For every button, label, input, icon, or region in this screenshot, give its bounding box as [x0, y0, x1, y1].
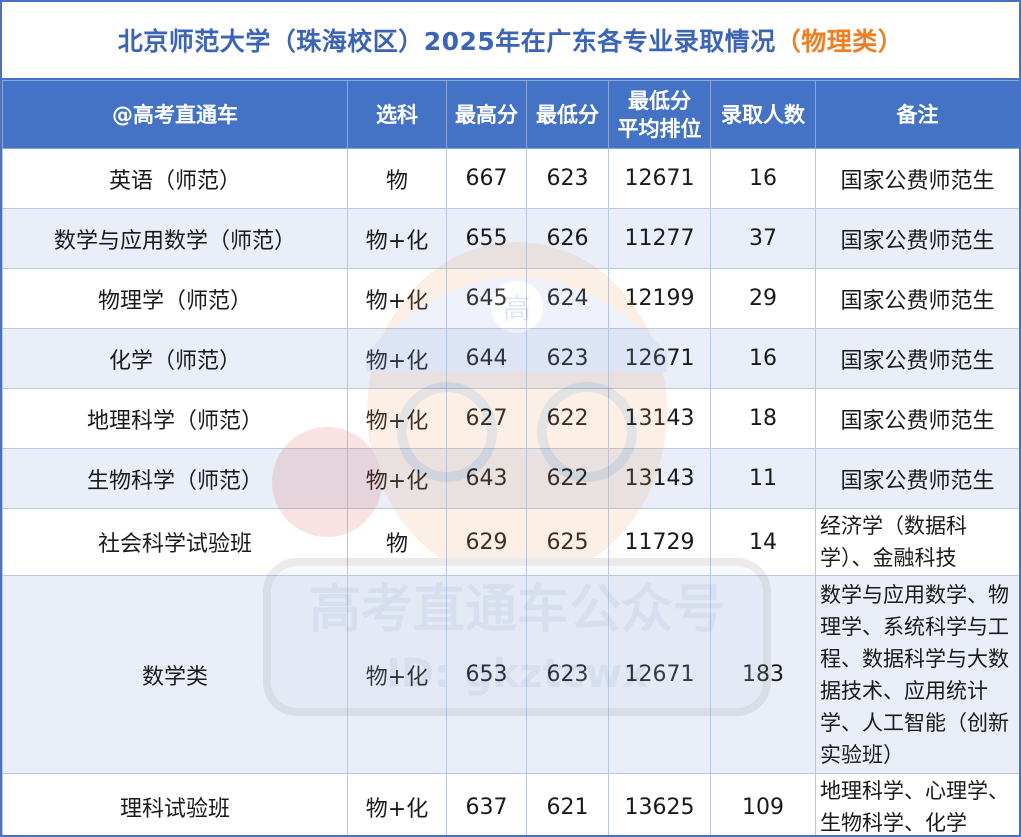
cell-major: 英语（师范） — [2, 148, 348, 209]
cell-note: 国家公费师范生 — [815, 388, 1019, 449]
cell-rank: 12671 — [608, 328, 711, 389]
cell-rank: 11729 — [608, 508, 711, 576]
header-max: 最高分 — [446, 80, 527, 149]
header-min: 最低分 — [526, 80, 609, 149]
cell-count: 37 — [710, 208, 816, 269]
admission-table-frame: 北京师范大学（珠海校区）2025年在广东各专业录取情况 （物理类） @高考直通车 … — [0, 0, 1021, 837]
cell-subject: 物+化 — [347, 773, 447, 835]
cell-min: 626 — [526, 208, 609, 269]
cell-count: 29 — [710, 268, 816, 329]
cell-min: 622 — [526, 388, 609, 449]
cell-max: 655 — [446, 208, 527, 269]
cell-min: 622 — [526, 448, 609, 509]
cell-min: 625 — [526, 508, 609, 576]
cell-max: 637 — [446, 773, 527, 835]
cell-note: 国家公费师范生 — [815, 448, 1019, 509]
cell-note: 国家公费师范生 — [815, 268, 1019, 329]
cell-major: 生物科学（师范） — [2, 448, 348, 509]
table-row: 化学（师范） 物+化 644 623 12671 16 国家公费师范生 — [2, 328, 1019, 389]
cell-min: 623 — [526, 575, 609, 774]
table-row: 物理学（师范） 物+化 645 624 12199 29 国家公费师范生 — [2, 268, 1019, 329]
cell-note: 数学与应用数学、物理学、系统科学与工程、数据科学与大数据技术、应用统计学、人工智… — [815, 575, 1019, 774]
table-row: 理科试验班 物+化 637 621 13625 109 地理科学、心理学、生物科… — [2, 773, 1019, 835]
header-subject: 选科 — [347, 80, 447, 149]
cell-rank: 12671 — [608, 575, 711, 774]
table-row: 地理科学（师范） 物+化 627 622 13143 18 国家公费师范生 — [2, 388, 1019, 449]
cell-subject: 物 — [347, 508, 447, 576]
cell-major: 数学与应用数学（师范） — [2, 208, 348, 269]
cell-max: 629 — [446, 508, 527, 576]
cell-rank: 13625 — [608, 773, 711, 835]
header-row: @高考直通车 选科 最高分 最低分 最低分 平均排位 录取人数 备注 — [2, 80, 1019, 149]
cell-subject: 物+化 — [347, 575, 447, 774]
header-rank-line1: 最低分 — [628, 88, 691, 113]
table-row: 数学类 物+化 653 623 12671 183 数学与应用数学、物理学、系统… — [2, 575, 1019, 774]
cell-max: 645 — [446, 268, 527, 329]
header-rank: 最低分 平均排位 — [608, 80, 711, 149]
title-main: 北京师范大学（珠海校区）2025年在广东各专业录取情况 — [117, 27, 776, 56]
cell-min: 623 — [526, 148, 609, 209]
cell-major: 化学（师范） — [2, 328, 348, 389]
cell-note: 国家公费师范生 — [815, 148, 1019, 209]
cell-min: 621 — [526, 773, 609, 835]
cell-min: 624 — [526, 268, 609, 329]
header-count: 录取人数 — [710, 80, 816, 149]
cell-max: 653 — [446, 575, 527, 774]
cell-note: 国家公费师范生 — [815, 328, 1019, 389]
header-major: @高考直通车 — [2, 80, 348, 149]
cell-count: 183 — [710, 575, 816, 774]
cell-rank: 12199 — [608, 268, 711, 329]
cell-subject: 物+化 — [347, 268, 447, 329]
cell-note: 地理科学、心理学、生物科学、化学 — [815, 773, 1019, 835]
cell-count: 16 — [710, 328, 816, 389]
cell-major: 地理科学（师范） — [2, 388, 348, 449]
cell-note: 经济学（数据科学）、金融科技 — [815, 508, 1019, 576]
cell-max: 643 — [446, 448, 527, 509]
table-row: 英语（师范） 物 667 623 12671 16 国家公费师范生 — [2, 148, 1019, 209]
cell-note: 国家公费师范生 — [815, 208, 1019, 269]
header-note: 备注 — [815, 80, 1019, 149]
page-title: 北京师范大学（珠海校区）2025年在广东各专业录取情况 （物理类） — [2, 2, 1019, 80]
cell-subject: 物+化 — [347, 448, 447, 509]
cell-max: 627 — [446, 388, 527, 449]
cell-rank: 13143 — [608, 448, 711, 509]
cell-max: 667 — [446, 148, 527, 209]
cell-count: 11 — [710, 448, 816, 509]
cell-subject: 物+化 — [347, 388, 447, 449]
cell-rank: 11277 — [608, 208, 711, 269]
cell-count: 16 — [710, 148, 816, 209]
cell-count: 18 — [710, 388, 816, 449]
cell-subject: 物+化 — [347, 208, 447, 269]
cell-count: 14 — [710, 508, 816, 576]
table-row: 社会科学试验班 物 629 625 11729 14 经济学（数据科学）、金融科… — [2, 508, 1019, 576]
cell-major: 理科试验班 — [2, 773, 348, 835]
title-category: （物理类） — [775, 27, 904, 56]
cell-subject: 物+化 — [347, 328, 447, 389]
cell-subject: 物 — [347, 148, 447, 209]
admission-table: @高考直通车 选科 最高分 最低分 最低分 平均排位 录取人数 备注 英语（师范… — [2, 80, 1019, 835]
cell-count: 109 — [710, 773, 816, 835]
table-row: 数学与应用数学（师范） 物+化 655 626 11277 37 国家公费师范生 — [2, 208, 1019, 269]
cell-major: 物理学（师范） — [2, 268, 348, 329]
cell-min: 623 — [526, 328, 609, 389]
cell-max: 644 — [446, 328, 527, 389]
table-row: 生物科学（师范） 物+化 643 622 13143 11 国家公费师范生 — [2, 448, 1019, 509]
cell-major: 社会科学试验班 — [2, 508, 348, 576]
header-rank-line2: 平均排位 — [617, 116, 702, 141]
cell-rank: 12671 — [608, 148, 711, 209]
cell-major: 数学类 — [2, 575, 348, 774]
cell-rank: 13143 — [608, 388, 711, 449]
